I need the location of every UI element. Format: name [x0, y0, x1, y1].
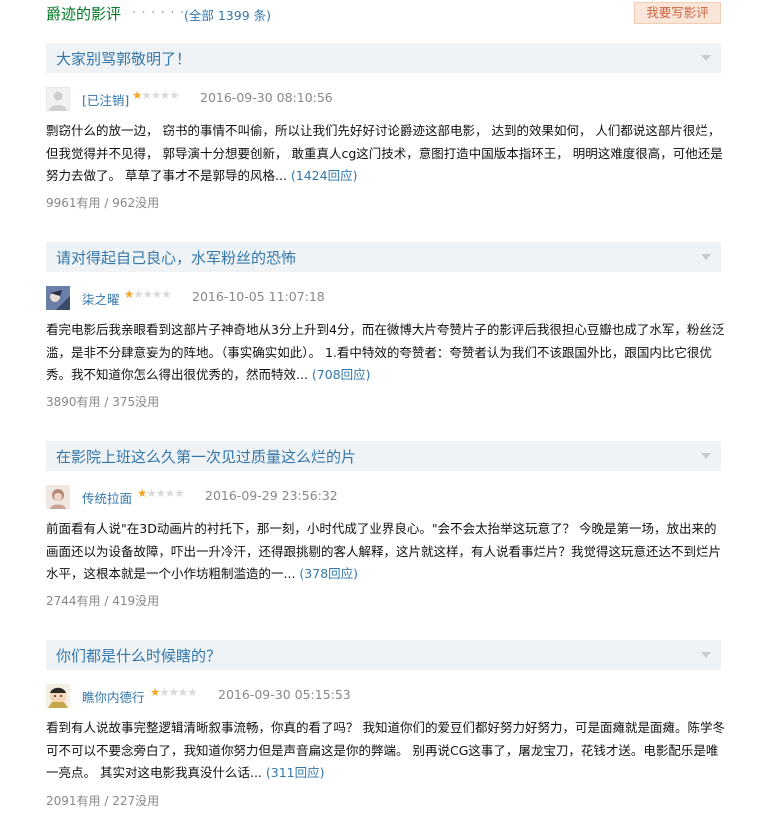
review-author[interactable]: [已注销] — [82, 90, 129, 109]
anime-avatar-icon[interactable] — [46, 286, 70, 310]
review-author[interactable]: 传统拉面 — [82, 488, 132, 507]
default-user-icon[interactable] — [46, 87, 70, 111]
review-date: 2016-09-30 05:15:53 — [218, 687, 351, 702]
review-title-bar[interactable]: 大家别骂郭敬明了！ — [46, 43, 721, 73]
chevron-down-icon[interactable] — [701, 652, 711, 658]
rating-stars: ★★★★★ — [150, 685, 198, 699]
rating-stars: ★★★★★ — [124, 287, 172, 301]
portrait-avatar-icon[interactable] — [46, 485, 70, 509]
reply-count-link[interactable]: (708回应) — [312, 367, 371, 382]
review-date: 2016-10-05 11:07:18 — [192, 289, 325, 304]
review-title[interactable]: 在影院上班这么久第一次见过质量这么烂的片 — [56, 446, 356, 467]
chevron-down-icon[interactable] — [701, 55, 711, 61]
review-title[interactable]: 大家别骂郭敬明了！ — [56, 48, 191, 69]
review-title[interactable]: 你们都是什么时候瞎的？ — [56, 645, 221, 666]
review-list-page: 爵迹的影评 · · · · · · (全部 1399 条) 我要写影评 大家别骂… — [0, 0, 768, 813]
reply-count-link[interactable]: (378回应) — [299, 566, 358, 581]
review-text: 看到有人说故事完整逻辑清晰叙事流畅，你真的看了吗？ 我知道你们的爱豆们都好努力好… — [46, 720, 725, 780]
vote-counts: 2091有用 / 227没用 — [46, 794, 160, 808]
review-text: 前面看有人说"在3D动画片的衬托下，那一刻，小时代成了业界良心。"会不会太抬举这… — [46, 521, 722, 581]
reply-count-link[interactable]: (311回应) — [266, 765, 325, 780]
review-title-bar[interactable]: 在影院上班这么久第一次见过质量这么烂的片 — [46, 441, 721, 471]
review-excerpt: 看完电影后我亲眼看到这部片子神奇地从3分上升到4分，而在微博大片夸赞片子的影评后… — [46, 319, 726, 387]
rating-stars: ★★★★★ — [137, 486, 185, 500]
section-header: 爵迹的影评 · · · · · · (全部 1399 条) 我要写影评 — [46, 2, 721, 24]
chevron-down-icon[interactable] — [701, 453, 711, 459]
review-title[interactable]: 请对得起自己良心，水军粉丝的恐怖 — [56, 247, 296, 268]
review-excerpt: 剽窃什么的放一边， 窃书的事情不叫偷，所以让我们先好好讨论爵迹这部电影， 达到的… — [46, 120, 726, 188]
review-text: 剽窃什么的放一边， 窃书的事情不叫偷，所以让我们先好好讨论爵迹这部电影， 达到的… — [46, 123, 723, 183]
section-title: 爵迹的影评 — [46, 5, 122, 23]
rating-stars: ★★★★★ — [132, 88, 180, 102]
review-author[interactable]: 柒之曜 — [82, 289, 120, 308]
review-text: 看完电影后我亲眼看到这部片子神奇地从3分上升到4分，而在微博大片夸赞片子的影评后… — [46, 322, 725, 382]
all-reviews-link[interactable]: (全部 1399 条) — [184, 5, 271, 24]
review-author[interactable]: 瞧你内德行 — [82, 687, 145, 706]
write-review-button[interactable]: 我要写影评 — [634, 2, 721, 24]
review-date: 2016-09-30 08:10:56 — [200, 90, 333, 105]
reply-count-link[interactable]: (1424回应) — [291, 168, 358, 183]
vote-counts: 3890有用 / 375没用 — [46, 395, 160, 409]
review-title-bar[interactable]: 你们都是什么时候瞎的？ — [46, 640, 721, 670]
review-excerpt: 前面看有人说"在3D动画片的衬托下，那一刻，小时代成了业界良心。"会不会太抬举这… — [46, 518, 726, 586]
baby-avatar-icon[interactable] — [46, 684, 70, 708]
chevron-down-icon[interactable] — [701, 254, 711, 260]
vote-counts: 9961有用 / 962没用 — [46, 196, 160, 210]
review-title-bar[interactable]: 请对得起自己良心，水军粉丝的恐怖 — [46, 242, 721, 272]
review-date: 2016-09-29 23:56:32 — [205, 488, 338, 503]
vote-counts: 2744有用 / 419没用 — [46, 594, 160, 608]
title-dots: · · · · · · — [132, 5, 185, 19]
review-excerpt: 看到有人说故事完整逻辑清晰叙事流畅，你真的看了吗？ 我知道你们的爱豆们都好努力好… — [46, 717, 726, 785]
